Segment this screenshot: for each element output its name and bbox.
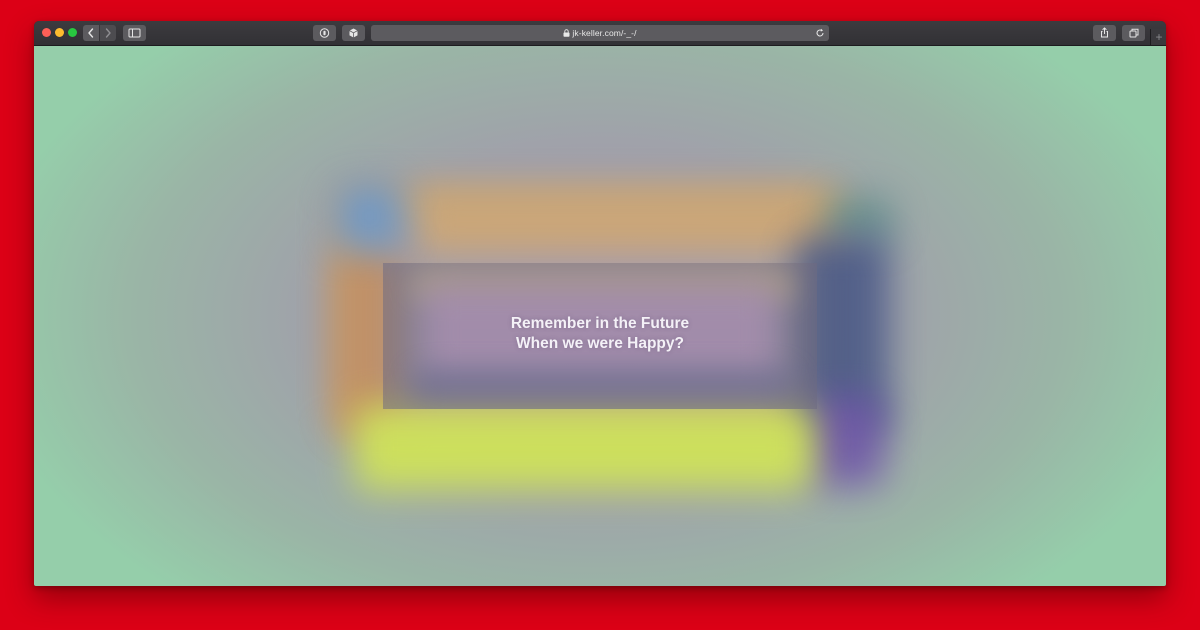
browser-window: jk-keller.com/-_-/ + Remember in the Fut…: [34, 21, 1166, 586]
reload-icon[interactable]: [815, 28, 825, 38]
maximize-window-button[interactable]: [68, 28, 77, 37]
privacy-report-icon: [319, 28, 330, 38]
extension-button[interactable]: [342, 25, 365, 41]
close-window-button[interactable]: [42, 28, 51, 37]
chevron-left-icon: [88, 28, 94, 38]
address-bar[interactable]: jk-keller.com/-_-/: [371, 25, 829, 41]
forward-button[interactable]: [100, 25, 116, 41]
blurred-violet-block: [804, 396, 884, 486]
sidebar-icon: [128, 28, 141, 38]
blurred-yellow-band: [354, 406, 814, 491]
message-line-2: When we were Happy?: [516, 335, 684, 352]
minimize-window-button[interactable]: [55, 28, 64, 37]
blurred-blue-corner: [334, 181, 404, 251]
message-panel: Remember in the Future When we were Happ…: [383, 263, 817, 409]
browser-toolbar: jk-keller.com/-_-/ +: [34, 21, 1166, 46]
new-tab-button[interactable]: +: [1150, 29, 1166, 45]
address-text: jk-keller.com/-_-/: [371, 25, 829, 41]
share-icon: [1101, 27, 1108, 38]
page-message: Remember in the Future When we were Happ…: [383, 314, 817, 354]
tabs-overview-button[interactable]: [1122, 25, 1145, 41]
url-text: jk-keller.com/-_-/: [572, 28, 637, 38]
share-button[interactable]: [1093, 25, 1116, 41]
plus-icon: +: [1155, 30, 1163, 44]
lock-icon: [563, 29, 570, 37]
extension-cube-icon: [349, 28, 358, 38]
sidebar-toggle-button[interactable]: [123, 25, 146, 41]
web-page-viewport: Remember in the Future When we were Happ…: [34, 46, 1166, 586]
privacy-report-button[interactable]: [313, 25, 336, 41]
message-line-1: Remember in the Future: [510, 315, 690, 332]
panel-glow-bottom: [413, 371, 793, 401]
chevron-right-icon: [105, 28, 111, 38]
blurred-amber-band: [414, 196, 834, 256]
tabs-overview-icon: [1129, 28, 1139, 38]
back-button[interactable]: [83, 25, 99, 41]
